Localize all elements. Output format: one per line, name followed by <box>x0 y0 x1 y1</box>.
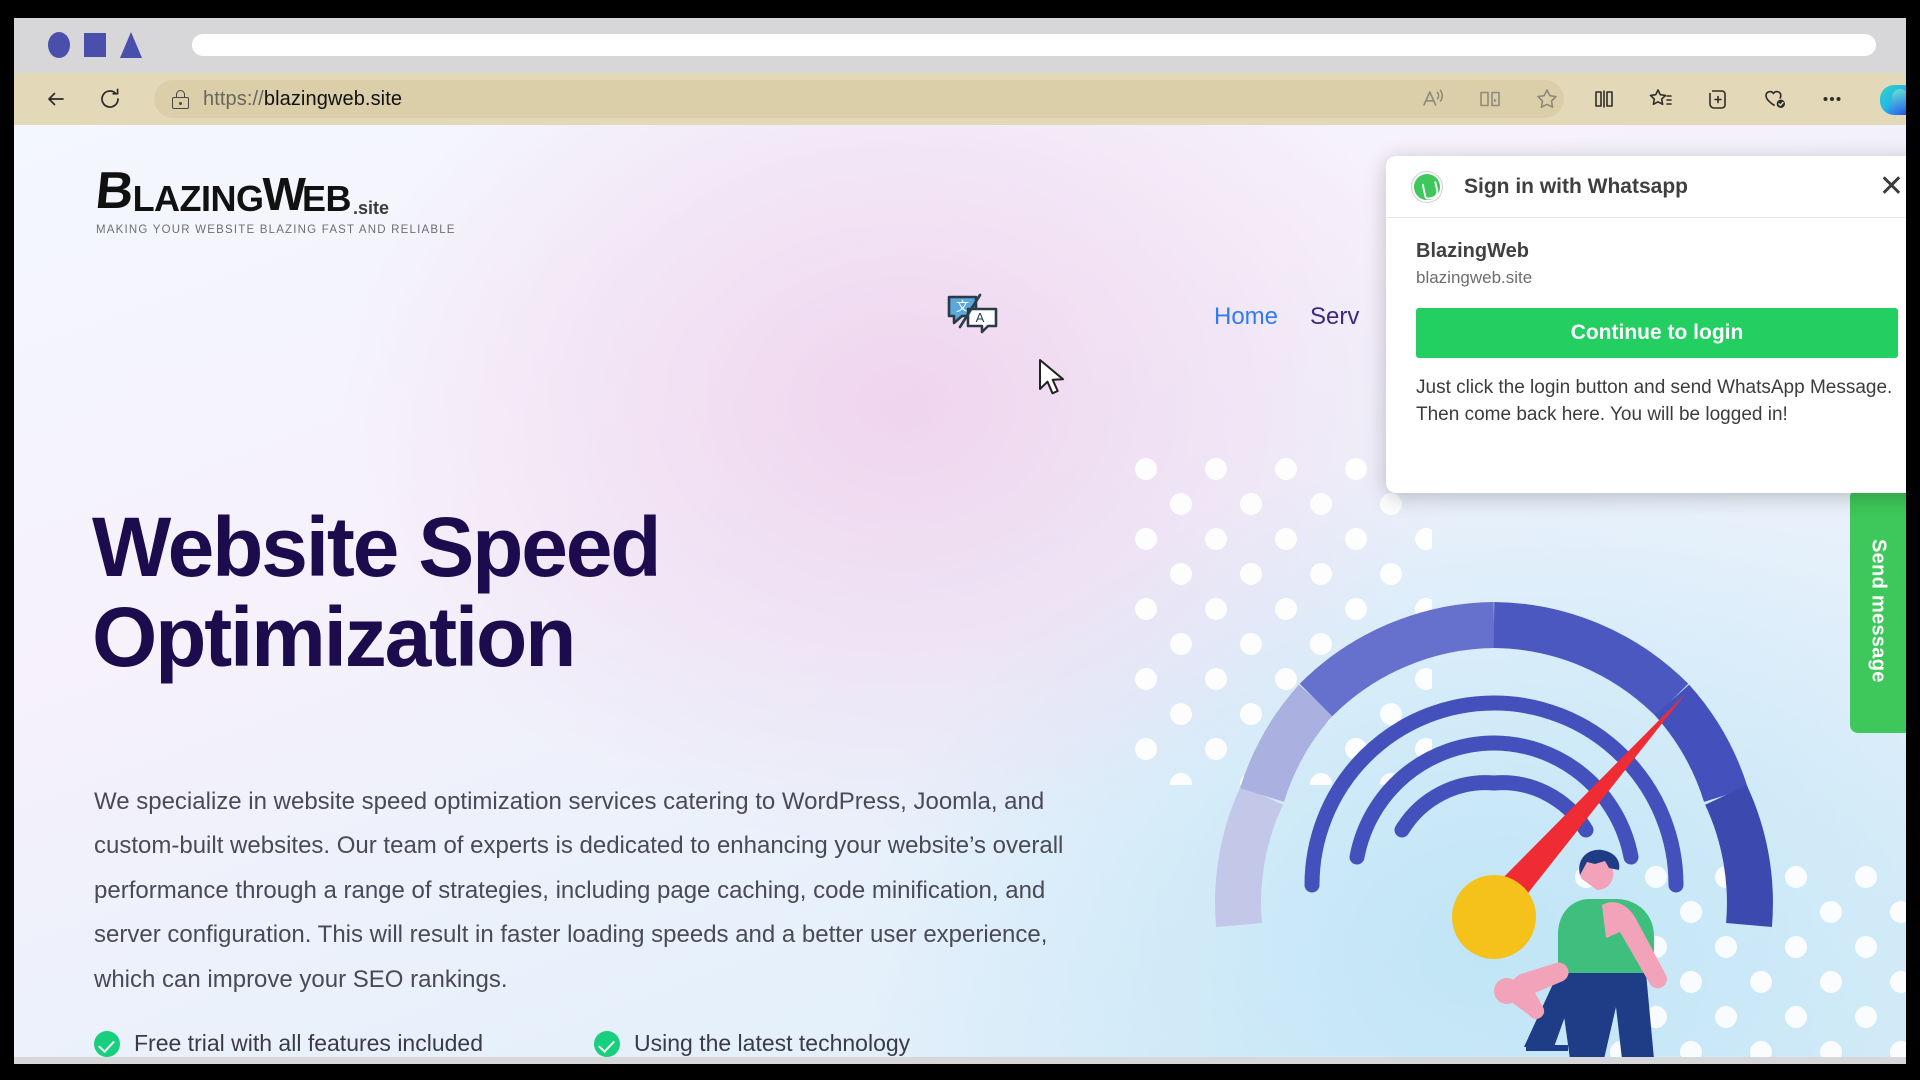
whatsapp-signin-popup: Sign in with Whatsapp ✕ BlazingWeb blazi… <box>1386 156 1906 493</box>
collections-add-icon[interactable] <box>1689 80 1746 118</box>
logo-tld: .site <box>352 198 390 218</box>
popup-body: BlazingWeb blazingweb.site Continue to l… <box>1386 218 1906 429</box>
feature-label: Free trial with all features included <box>134 1030 483 1056</box>
feature-row: Free trial with all features included Us… <box>94 1030 1054 1057</box>
read-aloud-icon[interactable] <box>1404 80 1461 118</box>
svg-text:A: A <box>976 310 985 325</box>
back-arrow-icon <box>48 92 64 106</box>
feature-label: Using the latest technology <box>634 1030 911 1056</box>
circle-shape-icon <box>48 32 70 58</box>
address-bar-url: https://blazingweb.site <box>203 88 402 111</box>
favorite-star-icon[interactable] <box>1518 80 1575 118</box>
toolbar-actions <box>1404 80 1860 118</box>
logo-tagline: MAKING YOUR WEBSITE BLAZING FAST AND REL… <box>96 224 456 236</box>
feature-list: Free trial with all features included Us… <box>94 1030 1054 1057</box>
reload-icon <box>101 88 119 108</box>
heading-line-2: Optimization <box>92 589 576 684</box>
popup-site-url: blazingweb.site <box>1416 268 1533 287</box>
triangle-shape-icon <box>120 32 142 58</box>
hero-paragraph: We specialize in website speed optimizat… <box>94 788 1064 993</box>
list-item: Using the latest technology <box>594 1030 910 1057</box>
lock-icon <box>172 89 189 109</box>
mouse-cursor <box>1039 359 1064 395</box>
popup-site-name: BlazingWeb <box>1416 240 1529 262</box>
list-item: Free trial with all features included <box>94 1030 594 1057</box>
url-host: blazingweb.site <box>263 87 403 110</box>
translate-icon[interactable]: 文 A <box>946 293 1000 337</box>
copilot-icon[interactable] <box>1880 85 1906 115</box>
back-button[interactable] <box>38 81 74 117</box>
logo-text-lazing: LAZING <box>132 178 264 219</box>
close-icon[interactable]: ✕ <box>1879 171 1904 202</box>
browser-window: https://blazingweb.site B LAZING W EB .s… <box>14 18 1906 1064</box>
nav-item-home[interactable]: Home <box>1214 303 1278 331</box>
browser-essentials-icon[interactable] <box>1746 80 1803 118</box>
speedometer-illustration <box>1094 415 1906 1057</box>
window-shape-indicators <box>48 32 142 58</box>
page-title: Website Speed Optimization <box>92 500 992 684</box>
settings-more-icon[interactable] <box>1803 80 1860 118</box>
heading-line-1: Website Speed <box>92 500 662 594</box>
popup-instructions: Just click the login button and send Wha… <box>1416 377 1893 425</box>
browser-toolbar: https://blazingweb.site <box>14 73 1906 125</box>
logo-wordmark: B LAZING W EB .site <box>92 162 396 220</box>
logo-text-eb: EB <box>301 178 352 219</box>
popup-header: Sign in with Whatsapp ✕ <box>1386 156 1906 218</box>
character-illustration <box>1494 849 1668 1057</box>
reload-button[interactable] <box>92 81 128 117</box>
split-screen-icon[interactable] <box>1575 80 1632 118</box>
immersive-reader-icon[interactable] <box>1461 80 1518 118</box>
favorites-list-icon[interactable] <box>1632 80 1689 118</box>
browser-tab[interactable] <box>192 34 1876 56</box>
whatsapp-icon <box>1412 171 1442 202</box>
check-circle-icon <box>594 1030 620 1057</box>
screen: https://blazingweb.site B LAZING W EB .s… <box>0 0 1920 1080</box>
send-message-label: Send message <box>1867 539 1890 683</box>
address-bar[interactable]: https://blazingweb.site <box>154 80 1564 118</box>
logo-letter-b: B <box>92 162 135 220</box>
popup-title: Sign in with Whatsapp <box>1464 174 1688 198</box>
tab-strip <box>14 18 1906 70</box>
check-circle-icon <box>94 1030 120 1057</box>
logo-letter-w: W <box>262 168 306 220</box>
continue-to-login-button[interactable]: Continue to login <box>1416 308 1898 358</box>
site-nav: Home Serv <box>1214 303 1359 331</box>
square-shape-icon <box>84 33 106 57</box>
send-message-tab[interactable]: Send message <box>1850 489 1906 733</box>
site-logo[interactable]: B LAZING W EB .site MAKING YOUR WEBSITE … <box>92 162 456 236</box>
nav-item-services[interactable]: Serv <box>1310 303 1359 331</box>
url-scheme: https:// <box>203 87 264 110</box>
